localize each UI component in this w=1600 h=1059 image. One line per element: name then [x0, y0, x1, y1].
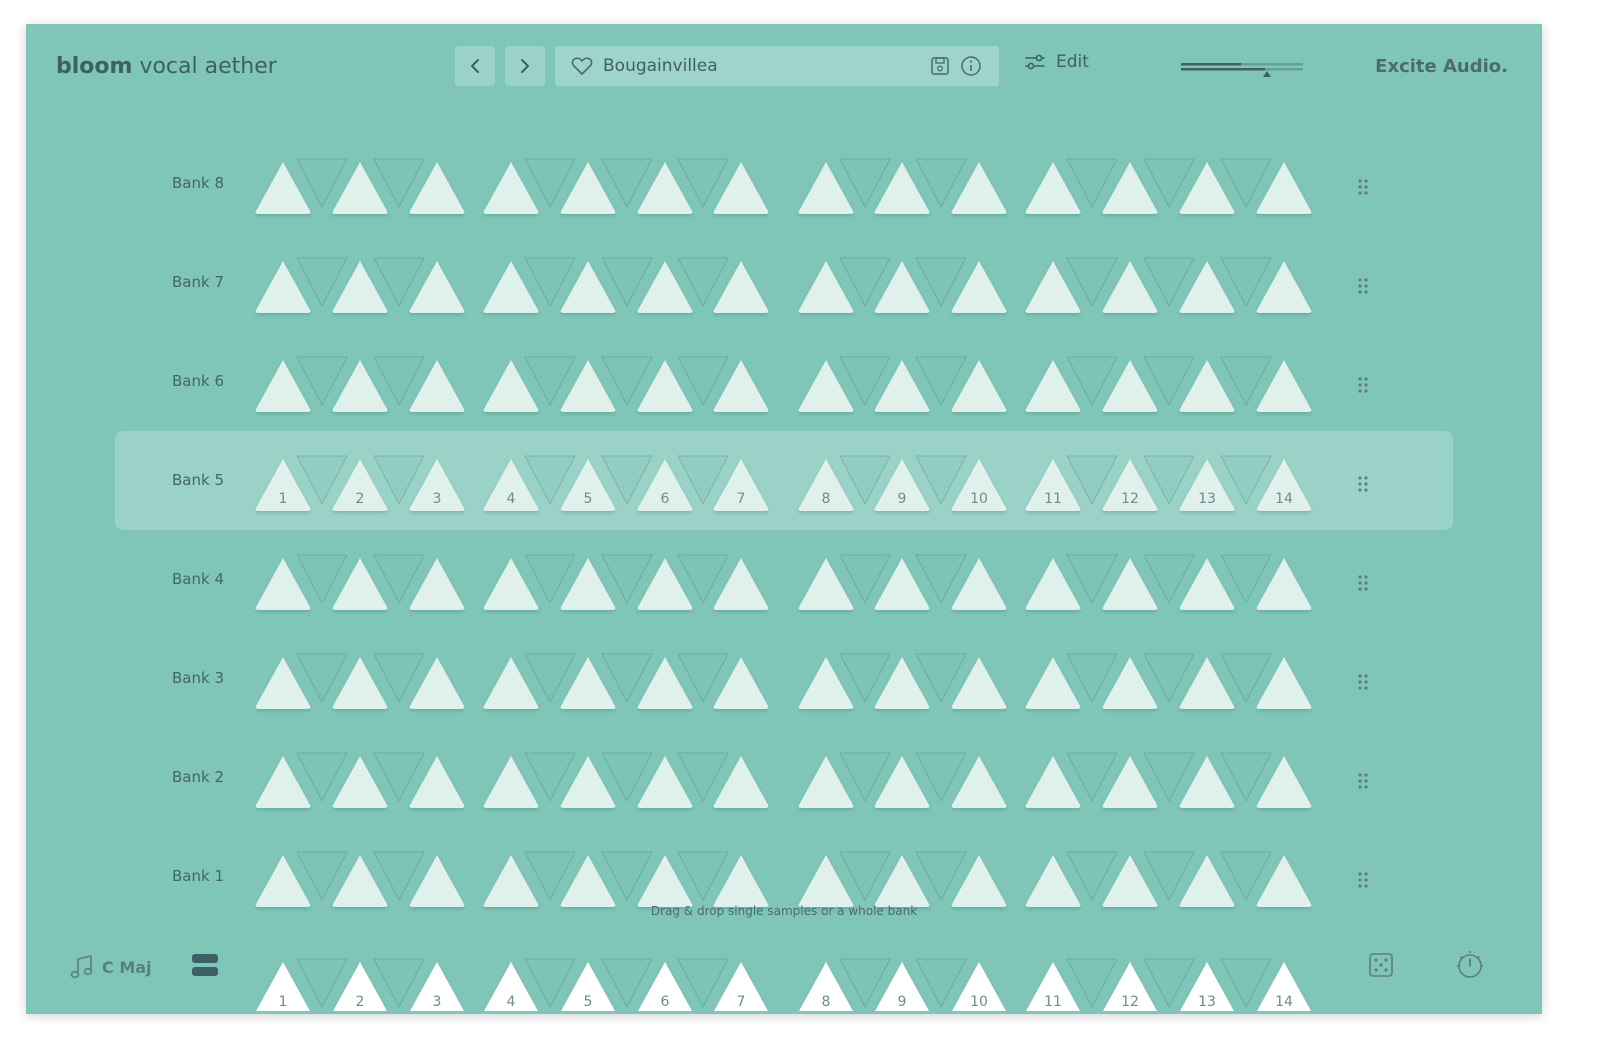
pad-number: 7 — [737, 491, 746, 507]
pad-number: 8 — [822, 994, 831, 1010]
drag-handle-icon[interactable] — [1357, 277, 1369, 295]
drag-handle-icon[interactable] — [1357, 178, 1369, 196]
bank-row[interactable]: Bank 2 — [26, 728, 1542, 827]
pad-number: 4 — [507, 491, 516, 507]
bank-label: Bank 7 — [172, 273, 224, 291]
bank-row[interactable]: Bank 7 — [26, 233, 1542, 332]
preset-name: Bougainvillea — [603, 56, 718, 76]
pad-number: 2 — [356, 491, 365, 507]
bank-pads — [255, 356, 1312, 412]
pad-number: 11 — [1044, 994, 1062, 1010]
bank-pads: 1 2 3 4 5 6 7 8 9 10 11 12 13 14 — [255, 455, 1312, 511]
drag-handle-icon[interactable] — [1357, 574, 1369, 592]
bank-pads — [255, 158, 1312, 214]
pad-number: 5 — [584, 994, 593, 1010]
footer-pads: 1 2 3 4 5 6 7 8 9 10 11 12 13 14 — [256, 958, 1311, 1011]
pad-number: 13 — [1198, 994, 1216, 1010]
chevron-right-icon — [521, 59, 529, 73]
preset-selector[interactable]: Bougainvillea — [555, 46, 999, 86]
pad-number: 4 — [507, 994, 516, 1010]
drag-handle-icon[interactable] — [1357, 475, 1369, 493]
bank-row[interactable]: Bank 3 — [26, 629, 1542, 728]
bank-row[interactable]: 1 2 3 4 5 6 7 8 9 10 11 12 13 14 Bank 5 — [26, 431, 1542, 530]
pad-number: 3 — [433, 994, 442, 1010]
pad-number: 8 — [822, 491, 831, 507]
edit-label: Edit — [1056, 52, 1089, 72]
pad-number: 3 — [433, 491, 442, 507]
chevron-left-icon — [471, 59, 479, 73]
pad-number: 11 — [1044, 491, 1062, 507]
pad-number: 1 — [279, 994, 288, 1010]
pad-number: 12 — [1121, 491, 1139, 507]
brand-light: vocal aether — [139, 54, 277, 79]
pad-number: 9 — [898, 491, 907, 507]
drag-handle-icon[interactable] — [1357, 673, 1369, 691]
pad-number: 5 — [584, 491, 593, 507]
plugin-window: bloom vocal aether Bougainvillea Edit Ex… — [26, 24, 1542, 1014]
pad-number: 14 — [1275, 491, 1293, 507]
bank-pads — [255, 653, 1312, 709]
sliders-icon — [1025, 54, 1045, 70]
pad-number: 6 — [661, 994, 670, 1010]
pad-number: 13 — [1198, 491, 1216, 507]
pad-number: 2 — [356, 994, 365, 1010]
bank-row[interactable]: Bank 8 — [26, 134, 1542, 233]
pad-number: 6 — [661, 491, 670, 507]
bank-pads — [255, 752, 1312, 808]
pad-number: 7 — [737, 994, 746, 1010]
bank-row[interactable]: Bank 6 — [26, 332, 1542, 431]
bank-pads — [255, 257, 1312, 313]
bank-label: Bank 6 — [172, 372, 224, 390]
pad-number: 10 — [970, 491, 988, 507]
bank-label: Bank 3 — [172, 669, 224, 687]
drag-handle-icon[interactable] — [1357, 376, 1369, 394]
drag-handle-icon[interactable] — [1357, 871, 1369, 889]
prev-preset-button[interactable] — [455, 46, 495, 86]
brand-bold: bloom — [56, 54, 133, 79]
pad-number: 1 — [279, 491, 288, 507]
product-title: bloom vocal aether — [56, 54, 277, 79]
edit-button[interactable]: Edit — [1024, 52, 1089, 72]
bank-label: Bank 4 — [172, 570, 224, 588]
next-preset-button[interactable] — [505, 46, 545, 86]
bank-label: Bank 1 — [172, 867, 224, 885]
pad-number: 10 — [970, 994, 988, 1010]
pad-number: 12 — [1121, 994, 1139, 1010]
vendor-logo: Excite Audio. — [1375, 56, 1508, 77]
heart-icon[interactable] — [571, 56, 593, 76]
bank-row[interactable]: Bank 4 — [26, 530, 1542, 629]
bank-label: Bank 5 — [172, 471, 224, 489]
bank-label: Bank 2 — [172, 768, 224, 786]
bank-label: Bank 8 — [172, 174, 224, 192]
pad-number: 14 — [1275, 994, 1293, 1010]
info-icon[interactable] — [960, 55, 982, 77]
save-icon[interactable] — [929, 55, 951, 77]
output-level-slider[interactable] — [1181, 57, 1303, 81]
drag-handle-icon[interactable] — [1357, 772, 1369, 790]
pad-number: 9 — [898, 994, 907, 1010]
bank-pads — [255, 554, 1312, 610]
